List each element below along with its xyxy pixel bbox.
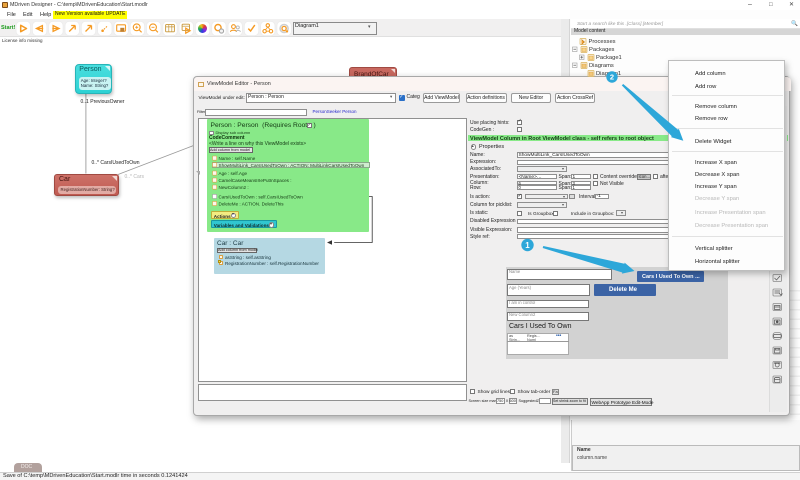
svg-text:1: 1 [525, 241, 530, 250]
svg-text:2: 2 [610, 73, 614, 82]
